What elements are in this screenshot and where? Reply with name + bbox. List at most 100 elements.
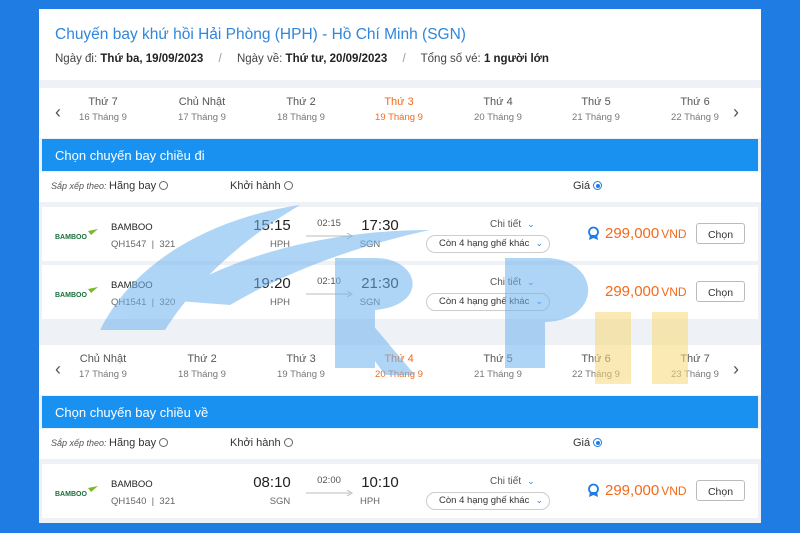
award-badge-icon (588, 483, 599, 497)
flight-code: QH1540 | 321 (111, 496, 176, 507)
bamboo-airways-logo: BAMBOO (55, 287, 98, 299)
svg-text:BAMBOO: BAMBOO (55, 292, 87, 299)
sort-departure-option[interactable]: Khởi hành (230, 437, 293, 449)
date-tab[interactable]: Thứ 4 20 Tháng 9 (458, 96, 538, 123)
price: 299,000 VND (605, 283, 687, 300)
date-tab[interactable]: Thứ 7 16 Tháng 9 (63, 96, 143, 123)
details-toggle[interactable]: Chi tiết ⌄ (490, 277, 535, 288)
departure-airport: HPH (269, 297, 291, 308)
radio-icon[interactable] (283, 438, 293, 447)
price: 299,000 VND (605, 225, 687, 242)
arrival-time: 10:10 (361, 474, 399, 491)
date-tab-selected[interactable]: Thứ 4 20 Tháng 9 (359, 353, 439, 380)
date-tab[interactable]: Chủ Nhật 17 Tháng 9 (63, 353, 143, 380)
departure-airport: SGN (269, 496, 291, 507)
search-header: Chuyến bay khứ hồi Hải Phòng (HPH) - Hồ … (39, 9, 761, 80)
date-tab-selected[interactable]: Thứ 3 19 Tháng 9 (359, 96, 439, 123)
svg-text:BAMBOO: BAMBOO (55, 234, 87, 241)
trip-summary: Ngày đi: Thứ ba, 19/09/2023 / Ngày về: T… (55, 53, 549, 65)
date-tab[interactable]: Thứ 5 21 Tháng 9 (458, 353, 538, 380)
date-tab[interactable]: Thứ 6 22 Tháng 9 (655, 96, 735, 123)
flight-code: QH1547 | 321 (111, 239, 176, 250)
return-section-title: Chọn chuyến bay chiều về (42, 396, 758, 428)
date-tab[interactable]: Chủ Nhật 17 Tháng 9 (162, 96, 242, 123)
arrival-time: 21:30 (361, 275, 399, 292)
return-date-bar: ‹ Chủ Nhật 17 Tháng 9 Thứ 2 18 Tháng 9 Thứ… (39, 345, 761, 395)
chevron-down-icon: ⌄ (527, 277, 535, 287)
chevron-down-icon: ⌄ (535, 296, 543, 306)
bamboo-airways-logo: BAMBOO (55, 229, 98, 241)
chevron-right-icon[interactable]: › (733, 359, 739, 380)
radio-icon[interactable] (159, 181, 169, 190)
outbound-sort-row: Sắp xếp theo: Hãng bay Khởi hành Giá (39, 172, 761, 202)
departure-time: 19:20 (253, 275, 291, 292)
departure-airport: HPH (269, 239, 291, 250)
date-tab[interactable]: Thứ 5 21 Tháng 9 (556, 96, 636, 123)
tickets-value: 1 người lớn (483, 53, 549, 65)
outbound-section-title: Chọn chuyến bay chiều đi (42, 139, 758, 171)
chevron-right-icon[interactable]: › (733, 102, 739, 123)
sort-label: Sắp xếp theo: (51, 181, 107, 191)
date-tab[interactable]: Thứ 2 18 Tháng 9 (162, 353, 242, 380)
flight-row: BAMBOO BAMBOO QH1541 | 320 19:20 HPH 02:… (42, 265, 758, 319)
arrival-airport: HPH (359, 496, 381, 507)
radio-icon[interactable] (283, 181, 293, 190)
departure-time: 08:10 (253, 474, 291, 491)
sort-label: Sắp xếp theo: (51, 438, 107, 448)
sort-airline-option[interactable]: Hãng bay (109, 180, 169, 192)
chevron-left-icon[interactable]: ‹ (55, 102, 61, 123)
separator: / (402, 53, 406, 65)
choose-flight-button[interactable]: Chọn (696, 223, 745, 244)
sort-airline-option[interactable]: Hãng bay (109, 437, 169, 449)
separator: / (218, 53, 222, 65)
radio-icon[interactable] (159, 438, 169, 447)
chevron-down-icon: ⌄ (527, 476, 535, 486)
flight-search-panel: Chuyến bay khứ hồi Hải Phòng (HPH) - Hồ … (39, 9, 761, 523)
date-tab[interactable]: Thứ 7 23 Tháng 9 (655, 353, 735, 380)
choose-flight-button[interactable]: Chọn (696, 281, 745, 302)
depart-label: Ngày đi: (55, 53, 98, 65)
seat-class-dropdown[interactable]: Còn 4 hạng ghế khác ⌄ (426, 492, 550, 510)
price: 299,000 VND (605, 482, 687, 499)
flight-row: BAMBOO BAMBOO QH1547 | 321 15:15 HPH 02:… (42, 207, 758, 261)
airline-name: BAMBOO (111, 479, 153, 490)
flight-duration: 02:00 (317, 475, 341, 486)
flight-duration: 02:15 (317, 218, 341, 229)
chevron-down-icon: ⌄ (535, 495, 543, 505)
departure-time: 15:15 (253, 217, 291, 234)
date-tab[interactable]: Thứ 3 19 Tháng 9 (261, 353, 341, 380)
chevron-down-icon: ⌄ (535, 238, 543, 248)
details-toggle[interactable]: Chi tiết ⌄ (490, 219, 535, 230)
bamboo-airways-logo: BAMBOO (55, 486, 98, 498)
airline-name: BAMBOO (111, 222, 153, 233)
chevron-left-icon[interactable]: ‹ (55, 359, 61, 380)
depart-value: Thứ ba, 19/09/2023 (100, 53, 204, 65)
airline-name: BAMBOO (111, 280, 153, 291)
return-sort-row: Sắp xếp theo: Hãng bay Khởi hành Giá (39, 429, 761, 459)
award-badge-icon (588, 226, 599, 240)
sort-price-option[interactable]: Giá (573, 437, 603, 449)
date-tab[interactable]: Thứ 2 18 Tháng 9 (261, 96, 341, 123)
arrival-airport: SGN (359, 239, 381, 250)
radio-selected-icon[interactable] (593, 438, 603, 447)
return-value: Thứ tư, 20/09/2023 (285, 53, 388, 65)
seat-class-dropdown[interactable]: Còn 4 hạng ghế khác ⌄ (426, 293, 550, 311)
flight-code: QH1541 | 320 (111, 297, 176, 308)
arrival-time: 17:30 (361, 217, 399, 234)
sort-departure-option[interactable]: Khởi hành (230, 180, 293, 192)
outbound-date-bar: ‹ Thứ 7 16 Tháng 9 Chủ Nhật 17 Tháng 9 Thứ… (39, 88, 761, 138)
return-label: Ngày về: (236, 53, 283, 65)
tickets-label: Tổng số vé: (420, 53, 481, 65)
arrival-airport: SGN (359, 297, 381, 308)
details-toggle[interactable]: Chi tiết ⌄ (490, 476, 535, 487)
flight-row: BAMBOO BAMBOO QH1540 | 321 08:10 SGN 02:… (42, 464, 758, 518)
date-tab[interactable]: Thứ 6 22 Tháng 9 (556, 353, 636, 380)
chevron-down-icon: ⌄ (527, 219, 535, 229)
sort-price-option[interactable]: Giá (573, 180, 603, 192)
flight-duration: 02:10 (317, 276, 341, 287)
svg-text:BAMBOO: BAMBOO (55, 491, 87, 498)
radio-selected-icon[interactable] (593, 181, 603, 190)
seat-class-dropdown[interactable]: Còn 4 hạng ghế khác ⌄ (426, 235, 550, 253)
page-title: Chuyến bay khứ hồi Hải Phòng (HPH) - Hồ … (55, 26, 466, 43)
choose-flight-button[interactable]: Chọn (696, 480, 745, 501)
